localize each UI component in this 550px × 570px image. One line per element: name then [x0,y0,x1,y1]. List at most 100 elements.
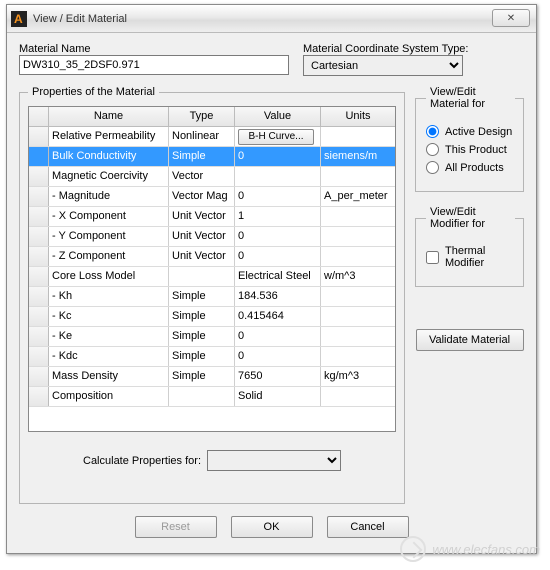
cell-value[interactable]: 0 [235,147,321,166]
cell-type[interactable]: Unit Vector [169,227,235,246]
cell-name[interactable]: - Kh [49,287,169,306]
cell-name[interactable]: - Kc [49,307,169,326]
thermal-modifier-option[interactable]: Thermal Modifier [426,245,515,269]
cell-value[interactable]: 0 [235,347,321,366]
cell-type[interactable]: Vector Mag [169,187,235,206]
cell-value[interactable]: B-H Curve... [235,127,321,146]
cell-units[interactable] [321,327,395,346]
properties-grid: Name Type Value Units Relative Permeabil… [28,106,396,432]
table-row[interactable]: - Z ComponentUnit Vector0 [29,247,395,267]
cell-name[interactable]: - Magnitude [49,187,169,206]
cell-name[interactable]: - Z Component [49,247,169,266]
table-row[interactable]: - KeSimple0 [29,327,395,347]
radio-active-design-input[interactable] [426,125,439,138]
validate-button[interactable]: Validate Material [416,329,524,351]
table-row[interactable]: - MagnitudeVector Mag0A_per_meter [29,187,395,207]
cell-value[interactable]: 184.536 [235,287,321,306]
radio-this-product[interactable]: This Product [426,143,515,156]
radio-all-products[interactable]: All Products [426,161,515,174]
cell-name[interactable]: Core Loss Model [49,267,169,286]
cell-type[interactable]: Vector [169,167,235,186]
cell-units[interactable] [321,387,395,406]
cell-type[interactable]: Unit Vector [169,247,235,266]
cell-name[interactable]: Magnetic Coercivity [49,167,169,186]
cell-units[interactable] [321,347,395,366]
cell-units[interactable] [321,247,395,266]
cell-value[interactable]: Solid [235,387,321,406]
cell-type[interactable]: Unit Vector [169,207,235,226]
cell-name[interactable]: Relative Permeability [49,127,169,146]
cell-value[interactable]: 0 [235,227,321,246]
cell-units[interactable] [321,287,395,306]
cell-name[interactable]: - Kdc [49,347,169,366]
cell-units[interactable] [321,207,395,226]
col-type[interactable]: Type [169,107,235,126]
radio-this-product-input[interactable] [426,143,439,156]
cell-value[interactable]: 0 [235,247,321,266]
dialog-content: Material Name Material Coordinate System… [7,33,536,546]
reset-button[interactable]: Reset [135,516,217,538]
thermal-modifier-checkbox[interactable] [426,251,439,264]
row-header [29,347,49,366]
table-row[interactable]: Magnetic CoercivityVector [29,167,395,187]
cell-name[interactable]: - Ke [49,327,169,346]
cell-units[interactable] [321,227,395,246]
col-value[interactable]: Value [235,107,321,126]
table-row[interactable]: Relative PermeabilityNonlinearB-H Curve.… [29,127,395,147]
cell-type[interactable]: Simple [169,367,235,386]
cell-type[interactable]: Simple [169,287,235,306]
row-header [29,367,49,386]
cell-units[interactable]: siemens/m [321,147,395,166]
cell-value[interactable]: 0 [235,327,321,346]
cell-type[interactable] [169,267,235,286]
cell-value[interactable]: 0 [235,187,321,206]
cell-type[interactable]: Simple [169,327,235,346]
table-row[interactable]: - KdcSimple0 [29,347,395,367]
table-row[interactable]: - KcSimple0.415464 [29,307,395,327]
cell-name[interactable]: Mass Density [49,367,169,386]
close-button[interactable]: ✕ [492,9,530,27]
cell-value[interactable]: 0.415464 [235,307,321,326]
cell-name[interactable]: Bulk Conductivity [49,147,169,166]
coord-system-select[interactable]: Cartesian [303,55,463,76]
material-name-input[interactable] [19,55,289,75]
cell-name[interactable]: Composition [49,387,169,406]
table-row[interactable]: - KhSimple184.536 [29,287,395,307]
cell-type[interactable]: Nonlinear [169,127,235,146]
cell-type[interactable] [169,387,235,406]
cell-type[interactable]: Simple [169,307,235,326]
col-name[interactable]: Name [49,107,169,126]
close-icon: ✕ [507,13,515,24]
cell-units[interactable]: A_per_meter [321,187,395,206]
radio-active-design-label: Active Design [445,126,512,138]
cell-units[interactable]: w/m^3 [321,267,395,286]
cell-units[interactable] [321,167,395,186]
table-row[interactable]: - X ComponentUnit Vector1 [29,207,395,227]
cell-value[interactable] [235,167,321,186]
col-units[interactable]: Units [321,107,395,126]
table-row[interactable]: Mass DensitySimple7650kg/m^3 [29,367,395,387]
radio-all-products-input[interactable] [426,161,439,174]
radio-active-design[interactable]: Active Design [426,125,515,138]
cell-units[interactable] [321,307,395,326]
table-row[interactable]: - Y ComponentUnit Vector0 [29,227,395,247]
cell-value[interactable]: 1 [235,207,321,226]
cell-units[interactable] [321,127,395,146]
modifier-for-legend: View/Edit Modifier for [426,206,515,230]
cell-value[interactable]: Electrical Steel [235,267,321,286]
grid-header: Name Type Value Units [29,107,395,127]
cell-type[interactable]: Simple [169,347,235,366]
table-row[interactable]: Bulk ConductivitySimple0siemens/m [29,147,395,167]
ok-button[interactable]: OK [231,516,313,538]
cell-units[interactable]: kg/m^3 [321,367,395,386]
cell-name[interactable]: - Y Component [49,227,169,246]
table-row[interactable]: Composition Solid [29,387,395,407]
cell-name[interactable]: - X Component [49,207,169,226]
calc-select[interactable] [207,450,341,471]
bh-curve-button[interactable]: B-H Curve... [238,129,314,145]
cell-type[interactable]: Simple [169,147,235,166]
thermal-modifier-label: Thermal Modifier [445,245,515,269]
cell-value[interactable]: 7650 [235,367,321,386]
table-row[interactable]: Core Loss Model Electrical Steelw/m^3 [29,267,395,287]
cancel-button[interactable]: Cancel [327,516,409,538]
